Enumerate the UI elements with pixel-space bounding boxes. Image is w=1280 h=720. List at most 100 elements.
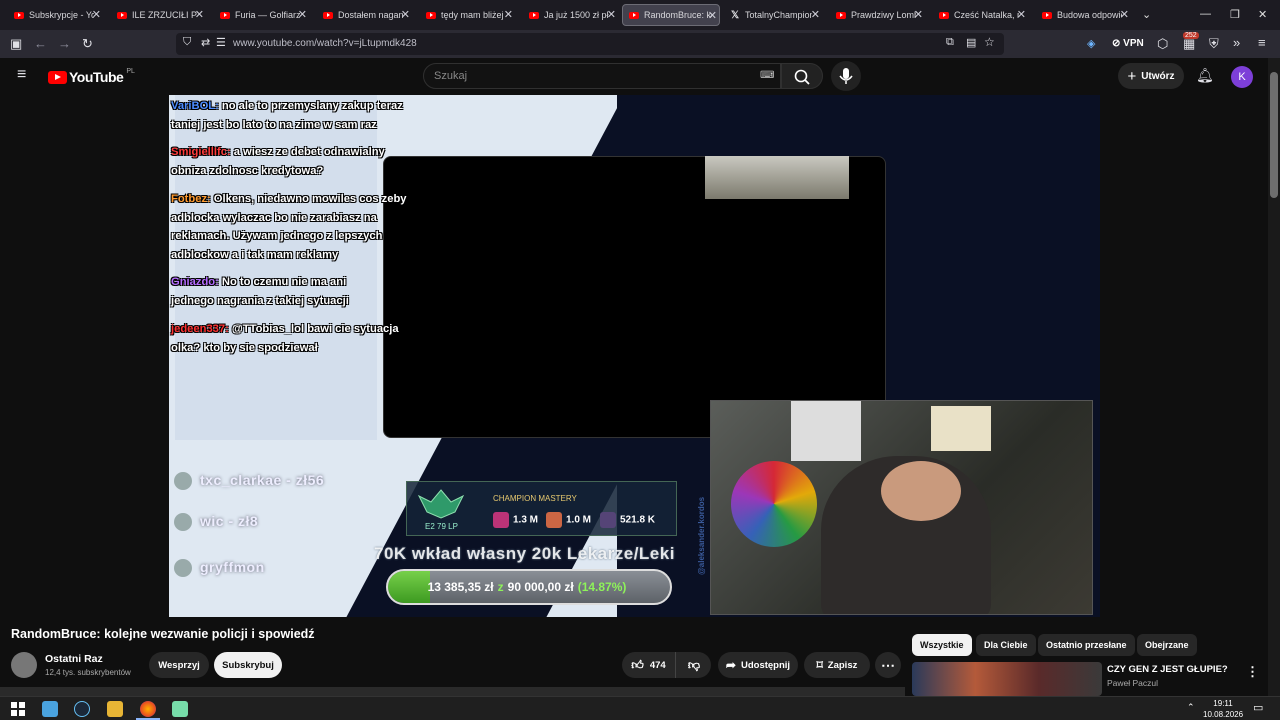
notifications-bell-icon[interactable]: 🔔︎ [1196, 67, 1214, 84]
tab-close-icon[interactable]: ✕ [298, 8, 307, 21]
youtube-icon [220, 11, 230, 19]
account-avatar[interactable]: K [1231, 66, 1253, 88]
search-button[interactable] [781, 63, 823, 89]
goal-target: 90 000,00 zł [507, 580, 574, 594]
back-icon[interactable]: ← [34, 36, 47, 51]
recommendation-menu-icon[interactable]: ⋮ [1246, 664, 1259, 680]
system-clock[interactable]: 19:11 10.08.2026 [1203, 698, 1243, 720]
screenshot-icon[interactable]: ▤ [966, 36, 976, 49]
sidebar-toggle-icon[interactable]: ▣ [10, 36, 22, 52]
tab-close-icon[interactable]: ✕ [1017, 8, 1026, 21]
chat-username: Gniazdo: [171, 276, 219, 288]
dislike-button[interactable]: 👎︎ [677, 652, 711, 678]
video-player[interactable]: VariBOL: no ale to przemyslany zakup tera… [169, 95, 1100, 617]
more-actions-button[interactable]: ⋯ [875, 652, 901, 678]
tab-close-icon[interactable]: ✕ [811, 8, 820, 21]
support-button[interactable]: Wesprzyj [149, 652, 209, 678]
save-button[interactable]: ⌑ Zapisz [804, 652, 870, 678]
tab-title: TotalnyChampion [745, 10, 812, 20]
browser-tab[interactable]: 𝕏 TotalnyChampion ✕ [725, 4, 822, 26]
tray-chevron-icon[interactable]: ⌃ [1187, 702, 1195, 713]
tab-close-icon[interactable]: ✕ [1120, 8, 1129, 21]
youtube-icon [629, 11, 639, 19]
browser-tab[interactable]: Prawdziwy Lombard✕ [830, 4, 925, 26]
filter-chip[interactable]: Obejrzane [1137, 634, 1197, 656]
youtube-play-icon [48, 70, 67, 84]
youtube-logo[interactable]: YouTube PL [48, 68, 135, 85]
taskbar-app-icon-2[interactable] [172, 701, 188, 717]
goal-raised: 13 385,35 zł [427, 580, 494, 594]
channel-name[interactable]: Ostatni Raz [45, 653, 103, 665]
forward-icon[interactable]: → [58, 36, 71, 51]
filter-chip[interactable]: Wszystkie [912, 634, 972, 656]
tab-close-icon[interactable]: ✕ [195, 8, 204, 21]
browser-tab[interactable]: Subskrypcje - YouTube✕ [8, 4, 103, 26]
wall-shirt [791, 401, 861, 461]
taskbar-app-icon[interactable] [42, 701, 58, 717]
donation-entry: wic - zł8 [174, 513, 258, 532]
extensions-icon[interactable]: ⬡ [1157, 36, 1168, 52]
browser-tab[interactable]: ILE ZRZUCIŁI PO PROSTU✕ [111, 4, 206, 26]
steam-icon[interactable] [74, 701, 90, 717]
permissions-icon[interactable]: ⇄ [201, 36, 210, 49]
url-bar[interactable]: ⛉ ⇄ ☰ www.youtube.com/watch?v=jLtupmdk42… [176, 33, 1004, 55]
page-scrollbar-thumb[interactable] [1270, 72, 1278, 198]
shield-icon[interactable]: ⛉ [183, 36, 191, 49]
hamburger-menu-icon[interactable]: ≡ [1258, 35, 1266, 50]
subscribe-button[interactable]: Subskrybuj [214, 652, 282, 678]
picture-in-picture-icon[interactable]: ⧉ [946, 36, 954, 49]
page-info-icon[interactable]: ☰ [216, 36, 226, 49]
browser-tab[interactable]: RandomBruce: kolejne✕ [622, 4, 720, 26]
browser-tab-bar: Subskrypcje - YouTube✕ILE ZRZUCIŁI PO PR… [0, 0, 1280, 30]
tab-close-icon[interactable]: ✕ [401, 8, 410, 21]
tab-title: Subskrypcje - YouTube [29, 10, 94, 20]
tab-list-chevron-icon[interactable]: ⌄ [1142, 8, 1151, 21]
voice-search-button[interactable] [831, 61, 861, 91]
youtube-icon [117, 11, 127, 19]
minimize-icon[interactable]: — [1200, 8, 1211, 20]
file-explorer-icon[interactable] [107, 701, 123, 717]
webcam-feed [710, 400, 1093, 615]
recommendation-title[interactable]: CZY GEN Z JEST GŁUPIE? [1107, 664, 1228, 675]
shield-addon-icon[interactable]: ⛨ [1209, 36, 1219, 52]
tracking-protection-icon[interactable]: ◈ [1087, 37, 1095, 50]
reload-icon[interactable]: ↻ [82, 36, 93, 52]
recommendation-author[interactable]: Paweł Paczul [1107, 678, 1158, 688]
overflow-menu-icon[interactable]: » [1233, 35, 1240, 50]
browser-tab[interactable]: Dostałem naganę ✕ [317, 4, 412, 26]
firefox-icon[interactable] [140, 701, 156, 717]
filter-chip[interactable]: Ostatnio przesłane [1038, 634, 1135, 656]
donor-text: gryffmon [200, 559, 265, 575]
browser-tab[interactable]: Cześć Natalka, może✕ [933, 4, 1028, 26]
recommendation-thumbnail[interactable] [912, 662, 1102, 696]
tab-close-icon[interactable]: ✕ [914, 8, 923, 21]
maximize-icon[interactable]: ❐ [1230, 8, 1240, 21]
create-button[interactable]: + Utwórz [1118, 63, 1184, 89]
mastery-stat: 1.0 M [546, 512, 591, 528]
browser-tab[interactable]: Furia — Golfiarze ✕ [214, 4, 309, 26]
share-button[interactable]: ➦ Udostępnij [718, 652, 798, 678]
browser-tab[interactable]: Ja już 1500 zł płacę✕ [523, 4, 618, 26]
tab-close-icon[interactable]: ✕ [607, 8, 616, 21]
search-input[interactable]: Szukaj ⌨ [423, 63, 781, 89]
channel-avatar[interactable] [11, 652, 37, 678]
notification-center-icon[interactable]: ▭ [1253, 701, 1263, 714]
browser-tab[interactable]: Budowa odpowiedzi✕ [1036, 4, 1131, 26]
tab-close-icon[interactable]: ✕ [708, 9, 717, 22]
vpn-button[interactable]: ⊘ VPN [1112, 38, 1144, 49]
donor-avatar-icon [174, 559, 192, 578]
keyboard-icon[interactable]: ⌨ [760, 70, 774, 81]
close-window-icon[interactable]: ✕ [1258, 8, 1267, 21]
youtube-icon [529, 11, 539, 19]
filter-chip[interactable]: Dla Ciebie [976, 634, 1036, 656]
chat-message: SmigiellIfc: a wiesz ze debet odnawialny … [171, 143, 387, 180]
horizontal-scrollbar[interactable] [0, 687, 905, 696]
bookmark-star-icon[interactable]: ☆ [984, 35, 995, 49]
guide-menu-icon[interactable]: ≡ [17, 66, 26, 84]
tab-close-icon[interactable]: ✕ [504, 8, 513, 21]
tab-close-icon[interactable]: ✕ [92, 8, 101, 21]
search-placeholder: Szukaj [434, 70, 468, 82]
windows-start-icon[interactable] [10, 701, 26, 717]
like-button[interactable]: 👍︎ 474 [622, 652, 676, 678]
browser-tab[interactable]: tędy mam bliżej - YouTube✕ [420, 4, 515, 26]
